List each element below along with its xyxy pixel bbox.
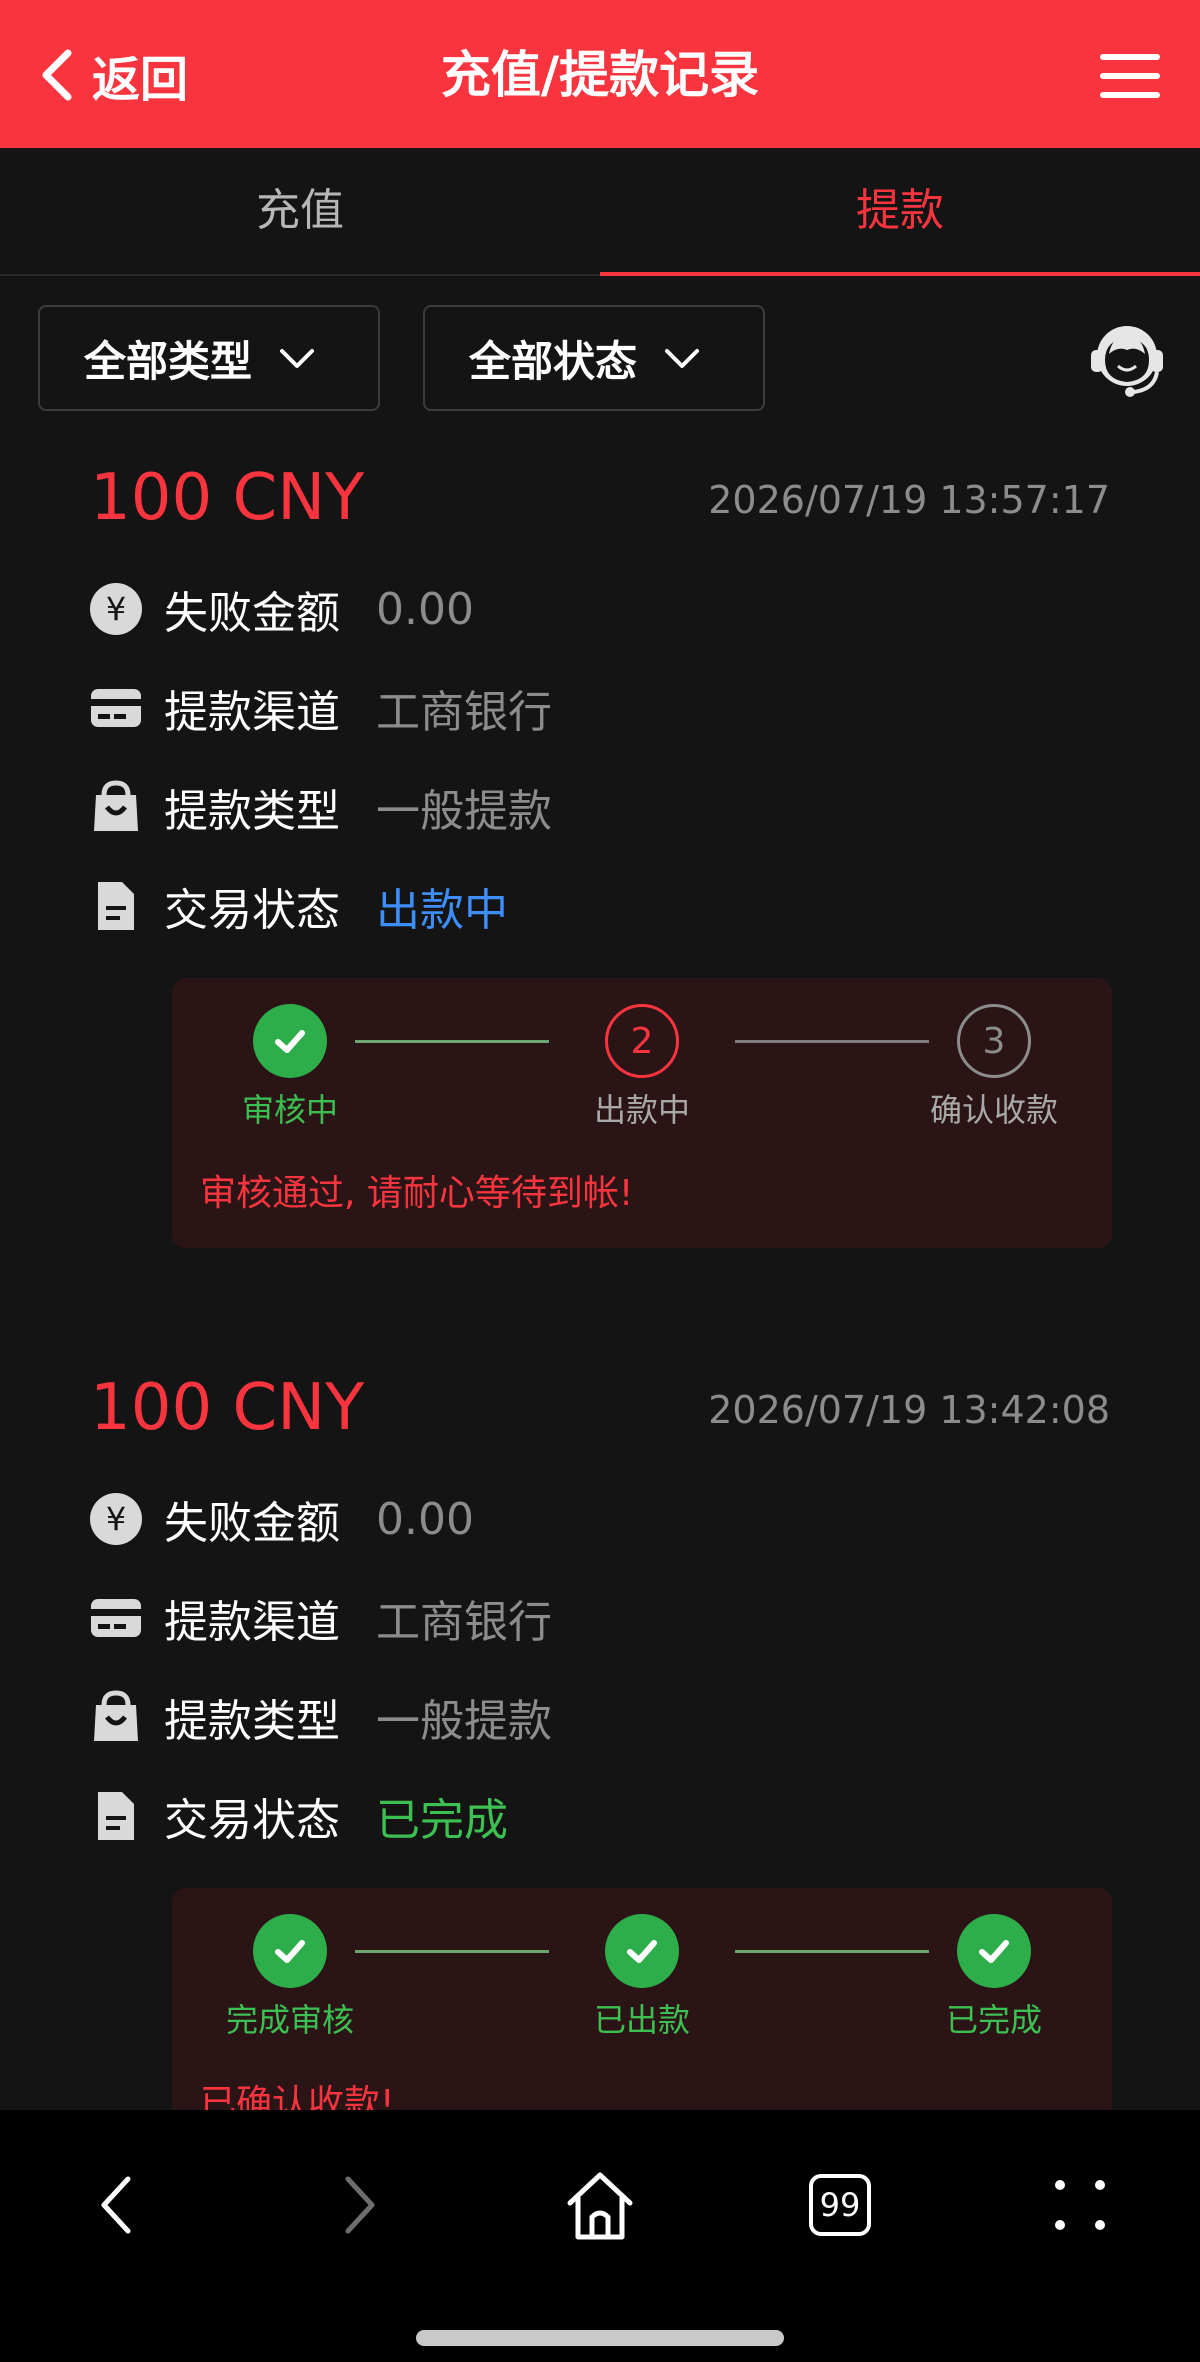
document-icon bbox=[98, 882, 134, 930]
svg-text:¥: ¥ bbox=[106, 590, 126, 628]
chevron-down-icon bbox=[280, 349, 315, 368]
fail-amount-row: ¥ 失败金额 0.00 bbox=[88, 1484, 474, 1554]
fail-amount-row: ¥ 失败金额 0.00 bbox=[88, 574, 474, 644]
record-amount: 100 CNY bbox=[90, 1371, 365, 1445]
bag-icon bbox=[94, 780, 138, 831]
type-row: 提款类型 一般提款 bbox=[88, 1682, 552, 1752]
page-title: 充值/提款记录 bbox=[440, 46, 760, 104]
channel-row: 提款渠道 工商银行 bbox=[88, 1583, 552, 1653]
document-icon bbox=[98, 1792, 134, 1840]
step-label: 确认收款 bbox=[929, 1091, 1058, 1129]
channel-row: 提款渠道 工商银行 bbox=[88, 673, 552, 743]
fail-amount-value: 0.00 bbox=[376, 1493, 474, 1545]
step-number: 3 bbox=[957, 1004, 1031, 1078]
type-label: 提款类型 bbox=[164, 786, 340, 837]
channel-label: 提款渠道 bbox=[164, 687, 340, 738]
channel-value: 工商银行 bbox=[376, 1597, 552, 1648]
status-label: 交易状态 bbox=[164, 1795, 340, 1846]
status-filter-dropdown[interactable]: 全部状态 bbox=[423, 305, 765, 411]
step-label: 出款中 bbox=[593, 1091, 690, 1129]
status-row: 交易状态 出款中 bbox=[88, 871, 508, 941]
tab-withdraw[interactable]: 提款 bbox=[600, 148, 1200, 274]
system-nav-bar: 99 bbox=[0, 2110, 1200, 2362]
card-icon bbox=[91, 1599, 141, 1637]
step-label: 完成审核 bbox=[225, 2001, 354, 2039]
status-value: 已完成 bbox=[376, 1795, 508, 1846]
bag-icon bbox=[94, 1690, 138, 1741]
tabs-icon[interactable]: 99 bbox=[780, 2150, 900, 2260]
progress-step: 3 确认收款 bbox=[876, 1004, 1112, 1130]
record-time: 2026/07/19 13:42:08 bbox=[708, 1388, 1110, 1432]
tab-charge[interactable]: 充值 bbox=[0, 148, 600, 274]
type-value: 一般提款 bbox=[376, 1696, 552, 1747]
status-label: 交易状态 bbox=[164, 885, 340, 936]
record-amount: 100 CNY bbox=[90, 461, 365, 535]
more-icon[interactable] bbox=[1020, 2150, 1140, 2260]
svg-text:¥: ¥ bbox=[106, 1500, 126, 1538]
check-icon bbox=[957, 1914, 1031, 1988]
status-row: 交易状态 已完成 bbox=[88, 1781, 508, 1851]
status-value: 出款中 bbox=[376, 885, 508, 936]
step-number: 2 bbox=[605, 1004, 679, 1078]
yen-icon: ¥ bbox=[90, 1493, 142, 1545]
step-connector bbox=[355, 1950, 549, 1953]
customer-service-icon[interactable] bbox=[1088, 320, 1166, 400]
step-label: 已完成 bbox=[945, 2001, 1042, 2039]
home-icon[interactable] bbox=[540, 2150, 660, 2260]
chevron-down-icon bbox=[665, 349, 700, 368]
active-tab-indicator bbox=[600, 272, 1200, 276]
fail-amount-label: 失败金额 bbox=[164, 588, 340, 639]
nav-forward-icon[interactable] bbox=[300, 2150, 420, 2260]
fail-amount-value: 0.00 bbox=[376, 583, 474, 635]
type-filter-dropdown[interactable]: 全部类型 bbox=[38, 305, 380, 411]
progress-step: 已出款 bbox=[524, 1914, 760, 2040]
yen-icon: ¥ bbox=[90, 583, 142, 635]
record-time: 2026/07/19 13:57:17 bbox=[708, 478, 1110, 522]
card-icon bbox=[91, 689, 141, 727]
withdraw-record: 100 CNY 2026/07/19 13:42:08 ¥ 失败金额 0.00 … bbox=[0, 1368, 1200, 2168]
progress-step: 已完成 bbox=[876, 1914, 1112, 2040]
tab-bar: 充值 提款 bbox=[0, 148, 1200, 276]
progress-step: 完成审核 bbox=[172, 1914, 408, 2040]
app-header: 返回 充值/提款记录 bbox=[0, 0, 1200, 148]
check-icon bbox=[253, 1004, 327, 1078]
type-value: 一般提款 bbox=[376, 786, 552, 837]
progress-message: 审核通过, 请耐心等待到帐! bbox=[200, 1173, 634, 1214]
progress-step: 2 出款中 bbox=[524, 1004, 760, 1130]
type-filter-label: 全部类型 bbox=[84, 336, 253, 386]
menu-icon[interactable] bbox=[1100, 54, 1160, 98]
type-label: 提款类型 bbox=[164, 1696, 340, 1747]
progress-panel: 审核中 2 出款中 3 确认收款 审核通过, 请耐心等待到帐! bbox=[172, 978, 1112, 1248]
progress-step: 审核中 bbox=[172, 1004, 408, 1130]
fail-amount-label: 失败金额 bbox=[164, 1498, 340, 1549]
withdraw-record: 100 CNY 2026/07/19 13:57:17 ¥ 失败金额 0.00 … bbox=[0, 458, 1200, 1258]
nav-back-icon[interactable] bbox=[56, 2150, 176, 2260]
check-icon bbox=[605, 1914, 679, 1988]
check-icon bbox=[253, 1914, 327, 1988]
step-label: 审核中 bbox=[241, 1091, 338, 1129]
type-row: 提款类型 一般提款 bbox=[88, 772, 552, 842]
step-connector bbox=[355, 1040, 549, 1043]
channel-value: 工商银行 bbox=[376, 687, 552, 738]
status-filter-label: 全部状态 bbox=[469, 336, 638, 386]
tabs-count: 99 bbox=[809, 2174, 871, 2236]
home-indicator[interactable] bbox=[416, 2330, 784, 2346]
step-label: 已出款 bbox=[593, 2001, 690, 2039]
channel-label: 提款渠道 bbox=[164, 1597, 340, 1648]
